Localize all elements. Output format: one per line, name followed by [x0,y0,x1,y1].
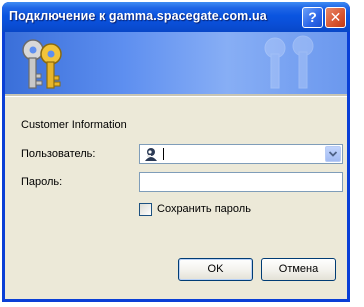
dialog-window: Подключение к gamma.spacegate.com.ua ? ✕ [2,2,350,302]
username-label: Пользователь: [21,148,96,160]
keys-icon [22,39,62,89]
window-title: Подключение к gamma.spacegate.com.ua [9,9,267,23]
close-button[interactable]: ✕ [325,7,346,28]
username-combobox[interactable] [139,144,343,164]
remember-password-checkbox[interactable] [139,203,152,216]
banner-divider [5,94,347,97]
username-dropdown-button[interactable] [325,146,341,162]
remember-password-label[interactable]: Сохранить пароль [157,203,251,215]
customer-info-heading: Customer Information [21,119,127,131]
cancel-button[interactable]: Отмена [261,258,336,281]
dialog-client-area: Customer Information Пользователь: Парол… [5,32,347,299]
keys-watermark-icon [264,35,314,89]
chevron-down-icon [329,151,337,157]
user-icon [145,148,157,161]
text-caret [163,148,164,160]
password-label: Пароль: [21,176,63,188]
dialog-banner [5,32,347,94]
ok-button[interactable]: OK [178,258,253,281]
password-field[interactable] [139,172,343,192]
title-bar[interactable]: Подключение к gamma.spacegate.com.ua ? ✕ [2,2,350,32]
help-button[interactable]: ? [302,7,323,28]
